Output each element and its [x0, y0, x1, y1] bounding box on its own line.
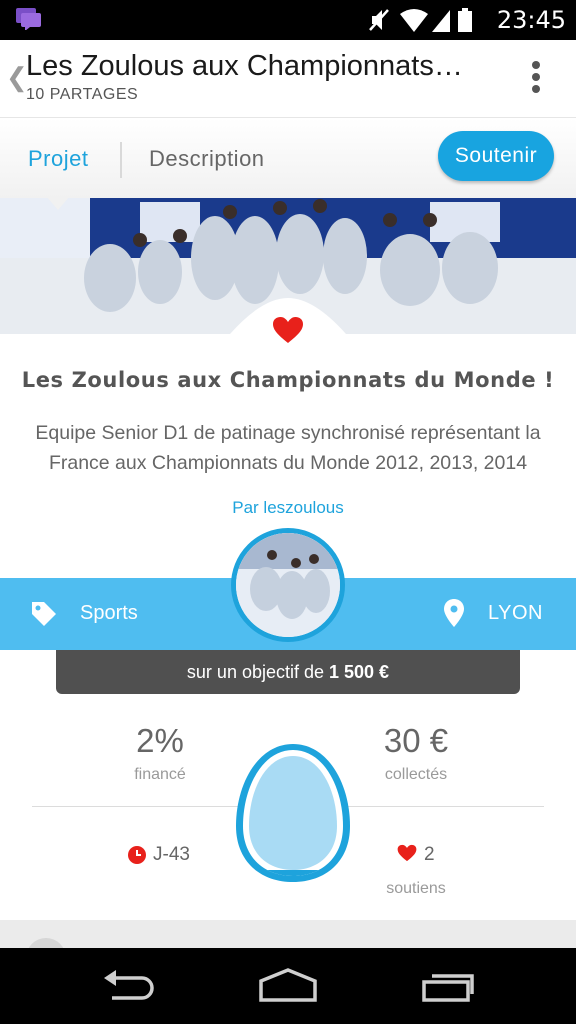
clock-time: 23:45	[496, 6, 566, 34]
collected-label: collectés	[384, 766, 448, 783]
tab-projet[interactable]: Projet	[28, 146, 88, 172]
project-description: Equipe Senior D1 de patinage synchronisé…	[35, 422, 541, 474]
heart-icon[interactable]	[272, 316, 304, 344]
back-chevron-icon[interactable]: ❮	[6, 62, 28, 93]
goal-banner: sur un objectif de 1 500 €	[56, 650, 520, 694]
nav-back-icon[interactable]	[98, 966, 158, 1006]
supporters-count: 2	[424, 844, 435, 865]
category-label[interactable]: Sports	[80, 602, 138, 625]
battery-icon	[458, 8, 472, 32]
notification-icon	[16, 8, 41, 30]
status-bar: 23:45	[0, 0, 576, 40]
support-button[interactable]: Soutenir	[438, 131, 554, 181]
signal-icon	[432, 10, 450, 32]
project-title: Les Zoulous aux Championnats du Monde !	[21, 368, 555, 392]
shares-count: 10 PARTAGES	[26, 86, 139, 103]
action-bar: ❮ Les Zoulous aux Championnats… 10 PARTA…	[0, 40, 576, 118]
egg-gauge-icon	[236, 744, 350, 882]
hero-image	[0, 198, 576, 334]
mute-icon	[369, 9, 389, 31]
funded-label: financé	[134, 766, 186, 783]
days-left: J-43	[153, 844, 190, 865]
goal-prefix: sur un objectif de	[186, 662, 330, 682]
navigation-bar	[0, 948, 576, 1024]
status-icons	[369, 8, 472, 32]
supporters-label: soutiens	[386, 880, 446, 897]
avatar[interactable]	[231, 528, 345, 642]
goal-amount: 1 500 €	[329, 662, 390, 682]
supporters-heart-icon	[397, 844, 417, 862]
next-card-strip	[0, 920, 576, 978]
author-link[interactable]: Par leszoulous	[0, 498, 576, 518]
clock-icon	[128, 846, 146, 864]
funded-percent: 2%	[136, 722, 184, 759]
location-label[interactable]: LYON	[488, 602, 543, 625]
overflow-menu-icon[interactable]	[526, 58, 546, 100]
tag-icon	[32, 602, 56, 626]
tab-divider	[120, 142, 122, 178]
page-title: Les Zoulous aux Championnats…	[26, 50, 463, 82]
nav-home-icon[interactable]	[258, 966, 318, 1006]
wifi-icon	[400, 9, 428, 32]
egg-fill-level	[243, 870, 343, 876]
tab-pointer	[46, 196, 70, 210]
location-pin-icon	[444, 599, 464, 627]
tabs-bar: Projet Description Soutenir	[0, 118, 576, 198]
nav-recents-icon[interactable]	[420, 966, 480, 1006]
collected-amount: 30 €	[383, 722, 449, 759]
tab-description[interactable]: Description	[149, 146, 265, 172]
